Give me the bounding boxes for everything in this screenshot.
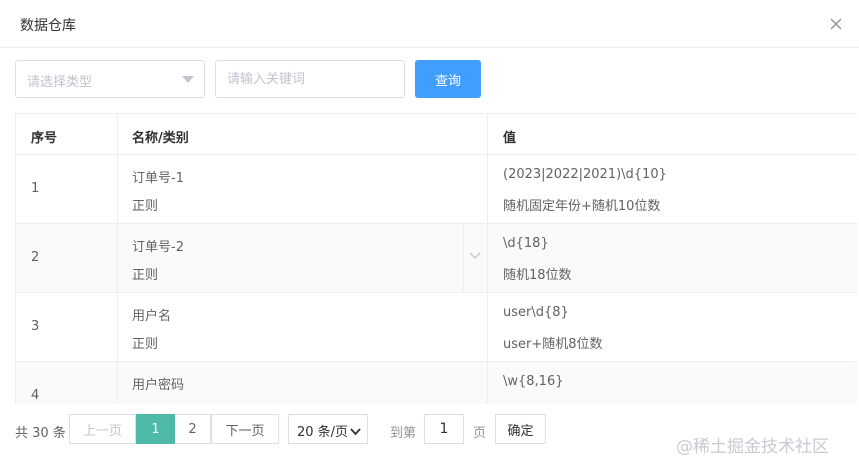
row-name: 订单号-2: [132, 240, 184, 255]
row-value: (2023|2022|2021)\d{10}: [503, 167, 667, 182]
type-select[interactable]: 请选择类型: [15, 60, 205, 98]
row-category: 正则: [132, 268, 159, 283]
row-index: 1: [31, 181, 40, 196]
row-name: 用户密码: [132, 378, 185, 393]
row-value: user\d{8}: [503, 305, 569, 320]
page-size-value: 20 条/页: [297, 425, 349, 440]
table-row[interactable]: 1 订单号-1 正则 (2023|2022|2021)\d{10} 随机固定年份…: [16, 155, 857, 224]
row-category: 正则: [132, 337, 159, 352]
table-header-row: 序号 名称/类别 值: [16, 114, 857, 155]
row-desc: user+随机8位数: [503, 337, 603, 352]
row-value: \w{8,16}: [503, 374, 564, 389]
row-desc: 随机18位数: [503, 268, 572, 283]
row-index: 3: [31, 319, 40, 334]
confirm-button[interactable]: 确定: [495, 414, 546, 444]
type-select-placeholder: 请选择类型: [27, 75, 93, 90]
data-table: 序号 名称/类别 值 1 订单号-1 正则 (2023|2022|2021)\d…: [15, 113, 857, 404]
row-index: 2: [31, 250, 40, 265]
page-size-select[interactable]: 20 条/页: [288, 414, 368, 444]
header-index: 序号: [31, 131, 58, 146]
chevron-down-icon[interactable]: [463, 224, 487, 292]
goto-label: 到第: [390, 426, 417, 441]
next-page-button[interactable]: 下一页: [211, 414, 279, 444]
watermark: @稀土掘金技术社区: [676, 437, 829, 457]
dialog-title: 数据仓库: [20, 18, 76, 34]
goto-page-input[interactable]: [424, 414, 464, 444]
dialog-header: 数据仓库: [0, 0, 859, 48]
table-row[interactable]: 2 订单号-2 正则 \d{18} 随机18位数: [16, 224, 857, 293]
header-value: 值: [503, 131, 517, 146]
header-name: 名称/类别: [132, 131, 189, 146]
row-category: 正则: [132, 199, 159, 214]
page-unit-label: 页: [473, 426, 487, 441]
row-value: \d{18}: [503, 236, 549, 251]
row-name: 用户名: [132, 309, 172, 324]
keyword-input[interactable]: [215, 60, 405, 98]
query-button[interactable]: 查询: [415, 60, 481, 98]
table-row[interactable]: 4 用户密码 \w{8,16}: [16, 362, 857, 404]
page-button-1[interactable]: 1: [136, 414, 175, 444]
caret-down-icon: [182, 76, 194, 83]
pagination-total: 共 30 条: [15, 426, 66, 441]
row-index: 4: [31, 388, 40, 403]
chevron-down-icon: [350, 425, 361, 440]
row-desc: 随机固定年份+随机10位数: [503, 199, 661, 214]
prev-page-button[interactable]: 上一页: [69, 414, 136, 444]
close-icon[interactable]: [829, 17, 843, 31]
row-name: 订单号-1: [132, 171, 184, 186]
page-button-2[interactable]: 2: [175, 414, 211, 444]
table-row[interactable]: 3 用户名 正则 user\d{8} user+随机8位数: [16, 293, 857, 362]
